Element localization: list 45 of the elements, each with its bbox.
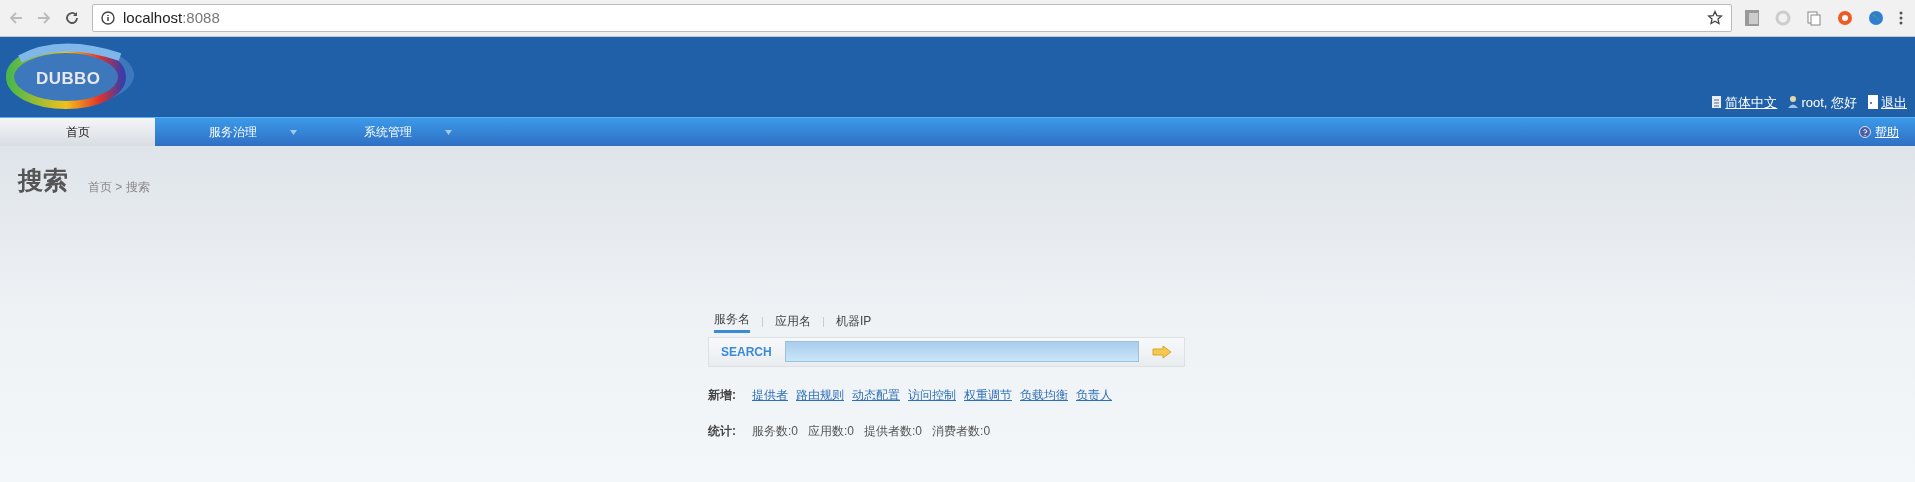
add-link[interactable]: 提供者 bbox=[752, 385, 788, 404]
search-tab[interactable]: 应用名 bbox=[775, 311, 811, 332]
add-link[interactable]: 路由规则 bbox=[796, 385, 844, 404]
search-tab[interactable]: 机器IP bbox=[836, 311, 872, 332]
search-field[interactable] bbox=[784, 341, 1139, 362]
back-icon[interactable] bbox=[8, 10, 24, 26]
page-title: 搜索 bbox=[18, 165, 68, 196]
help-link[interactable]: 帮助 bbox=[1875, 123, 1899, 141]
more-menu-icon[interactable] bbox=[1899, 10, 1903, 26]
nav-tab[interactable]: 系统管理 bbox=[310, 118, 465, 146]
header-link[interactable]: 简体中文 bbox=[1725, 92, 1778, 112]
pages-extension-icon[interactable] bbox=[1806, 10, 1822, 26]
forward-icon[interactable] bbox=[36, 10, 52, 26]
search-tab[interactable]: 服务名 bbox=[714, 310, 750, 333]
nav-tab[interactable]: 首页 bbox=[0, 118, 155, 146]
add-link[interactable]: 权重调节 bbox=[964, 385, 1012, 404]
stat-count: 应用数:0 bbox=[808, 422, 855, 440]
url-text: localhost:8088 bbox=[123, 7, 220, 28]
reload-icon[interactable] bbox=[64, 10, 80, 26]
page-icon bbox=[1711, 95, 1724, 110]
add-link[interactable]: 负责人 bbox=[1076, 385, 1112, 404]
add-link[interactable]: 访问控制 bbox=[908, 385, 956, 404]
stat-count: 消费者数:0 bbox=[932, 422, 991, 440]
document-extension-icon[interactable] bbox=[1744, 9, 1760, 27]
door-icon bbox=[1867, 95, 1879, 110]
address-bar[interactable]: localhost:8088 bbox=[92, 4, 1732, 32]
add-link[interactable]: 负载均衡 bbox=[1020, 385, 1068, 404]
search-label: SEARCH bbox=[721, 343, 772, 361]
stat-count: 提供者数:0 bbox=[864, 422, 923, 440]
help-icon bbox=[1859, 126, 1871, 138]
stats-label: 统计: bbox=[708, 422, 736, 440]
user-greeting: root, 您好 bbox=[1801, 93, 1857, 112]
nav-tab[interactable]: 服务治理 bbox=[155, 118, 310, 146]
globe-extension-icon[interactable] bbox=[1868, 10, 1884, 26]
header-link[interactable]: 退出 bbox=[1881, 92, 1907, 112]
logo-text: DUBBO bbox=[36, 67, 101, 90]
add-link[interactable]: 动态配置 bbox=[852, 385, 900, 404]
stat-count: 服务数:0 bbox=[752, 422, 798, 440]
arrow-icon[interactable] bbox=[1152, 344, 1172, 359]
user-icon bbox=[1787, 95, 1800, 110]
star-icon[interactable] bbox=[1707, 10, 1723, 26]
info-icon bbox=[101, 11, 115, 25]
add-label: 新增: bbox=[708, 386, 736, 404]
breadcrumb: 首页 > 搜索 bbox=[88, 178, 150, 196]
lifebuoy-extension-icon[interactable] bbox=[1837, 10, 1853, 26]
